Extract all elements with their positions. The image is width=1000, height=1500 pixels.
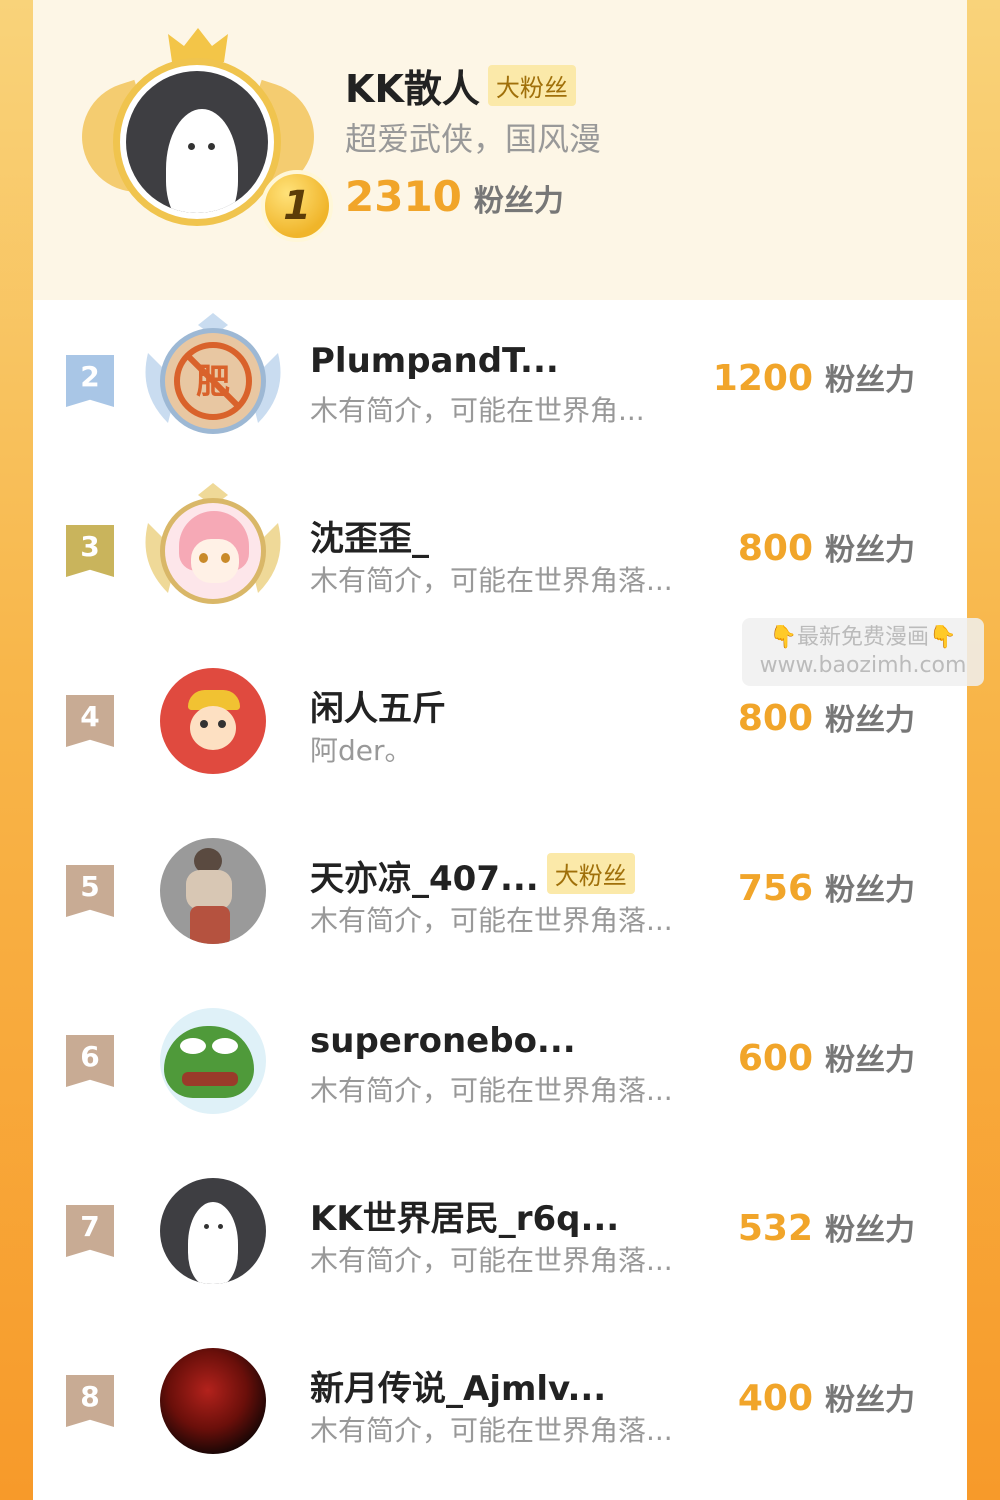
list-item[interactable]: 7 KK世界居民_r6q... 木有简介，可能在世界角落... 532 粉丝力 bbox=[33, 1153, 967, 1323]
user-bio: 木有简介，可能在世界角落... bbox=[310, 1244, 673, 1277]
user-name-text: 天亦凉_407... bbox=[310, 859, 539, 899]
rank-flag: 8 bbox=[66, 1375, 114, 1427]
user-name: 新月传说_Ajmlv... bbox=[310, 1369, 607, 1409]
score-value: 2310 bbox=[345, 172, 462, 221]
avatar[interactable] bbox=[160, 668, 266, 774]
fan-score: 1200 粉丝力 bbox=[713, 355, 915, 399]
fan-score: 800 粉丝力 bbox=[738, 525, 915, 569]
rank-flag: 7 bbox=[66, 1205, 114, 1257]
avatar[interactable] bbox=[160, 1178, 266, 1284]
user-name: 闲人五斤 bbox=[310, 689, 446, 729]
score-unit: 粉丝力 bbox=[825, 703, 915, 738]
top-fan-name: KK散人 大粉丝 bbox=[345, 58, 576, 113]
avatar[interactable] bbox=[160, 1008, 266, 1114]
ranking-panel: 1 KK散人 大粉丝 超爱武侠，国风漫 2310 粉丝力 2 肥 PlumpandT… bbox=[33, 0, 967, 1500]
svg-text:肥: 肥 bbox=[196, 362, 230, 402]
rank-flag: 5 bbox=[66, 865, 114, 917]
score-value: 1200 bbox=[712, 358, 813, 399]
user-name: 天亦凉_407... 大粉丝 bbox=[310, 851, 635, 900]
score-value: 532 bbox=[737, 1208, 813, 1249]
rank-flag: 2 bbox=[66, 355, 114, 407]
user-bio: 木有简介，可能在世界角落... bbox=[310, 904, 673, 937]
big-fan-badge: 大粉丝 bbox=[546, 853, 635, 894]
score-value: 756 bbox=[737, 868, 813, 909]
fan-score: 600 粉丝力 bbox=[738, 1035, 915, 1079]
user-name: KK世界居民_r6q... bbox=[310, 1199, 620, 1239]
avatar[interactable]: 肥 bbox=[160, 328, 266, 434]
user-name: 沈歪歪_ bbox=[310, 519, 429, 559]
avatar[interactable] bbox=[160, 838, 266, 944]
user-bio: 木有简介，可能在世界角落... bbox=[310, 564, 673, 597]
score-unit: 粉丝力 bbox=[825, 873, 915, 908]
watermark-line2: www.baozimh.com bbox=[759, 653, 967, 678]
rank-flag: 6 bbox=[66, 1035, 114, 1087]
user-bio: 木有简介，可能在世界角... bbox=[310, 394, 645, 427]
score-unit: 粉丝力 bbox=[473, 184, 564, 219]
user-name: PlumpandT... bbox=[310, 341, 559, 381]
score-unit: 粉丝力 bbox=[825, 1043, 915, 1078]
top-fan-avatar-frame: 1 bbox=[67, 28, 333, 242]
avatar[interactable] bbox=[160, 1348, 266, 1454]
watermark: 👇最新免费漫画👇 www.baozimh.com bbox=[742, 618, 984, 686]
avatar[interactable] bbox=[113, 58, 281, 226]
score-unit: 粉丝力 bbox=[825, 363, 915, 398]
score-value: 800 bbox=[737, 698, 813, 739]
score-value: 600 bbox=[737, 1038, 813, 1079]
top-fan-bio: 超爱武侠，国风漫 bbox=[345, 120, 602, 158]
score-value: 800 bbox=[737, 528, 813, 569]
list-item[interactable]: 2 肥 PlumpandT... 木有简介，可能在世界角... 1200 粉丝力 bbox=[33, 303, 967, 473]
fan-score: 532 粉丝力 bbox=[738, 1205, 915, 1249]
score-unit: 粉丝力 bbox=[825, 533, 915, 568]
list-item[interactable]: 8 新月传说_Ajmlv... 木有简介，可能在世界角落... 400 粉丝力 bbox=[33, 1323, 967, 1493]
score-unit: 粉丝力 bbox=[825, 1383, 915, 1418]
list-item[interactable]: 5 天亦凉_407... 大粉丝 木有简介，可能在世界角落... 756 粉丝力 bbox=[33, 813, 967, 983]
top-fan-card[interactable]: 1 KK散人 大粉丝 超爱武侠，国风漫 2310 粉丝力 bbox=[33, 0, 967, 300]
user-bio: 木有简介，可能在世界角落... bbox=[310, 1414, 673, 1447]
score-value: 400 bbox=[737, 1378, 813, 1419]
top-fan-score: 2310 粉丝力 bbox=[345, 172, 564, 221]
rank-flag: 4 bbox=[66, 695, 114, 747]
fan-score: 400 粉丝力 bbox=[738, 1375, 915, 1419]
no-fat-icon: 肥 bbox=[174, 342, 252, 420]
watermark-line1: 👇最新免费漫画👇 bbox=[769, 625, 957, 650]
rank-flag: 3 bbox=[66, 525, 114, 577]
user-bio: 木有简介，可能在世界角落... bbox=[310, 1074, 673, 1107]
rank-1-coin: 1 bbox=[261, 170, 333, 242]
fan-score: 800 粉丝力 bbox=[738, 695, 915, 739]
fan-score: 756 粉丝力 bbox=[738, 865, 915, 909]
user-name: KK散人 bbox=[345, 67, 480, 111]
avatar[interactable] bbox=[160, 498, 266, 604]
user-bio: 阿der。 bbox=[310, 734, 413, 767]
big-fan-badge: 大粉丝 bbox=[487, 65, 576, 106]
list-item[interactable]: 6 superonebo... 木有简介，可能在世界角落... 600 粉丝力 bbox=[33, 983, 967, 1153]
score-unit: 粉丝力 bbox=[825, 1213, 915, 1248]
user-name: superonebo... bbox=[310, 1021, 576, 1061]
